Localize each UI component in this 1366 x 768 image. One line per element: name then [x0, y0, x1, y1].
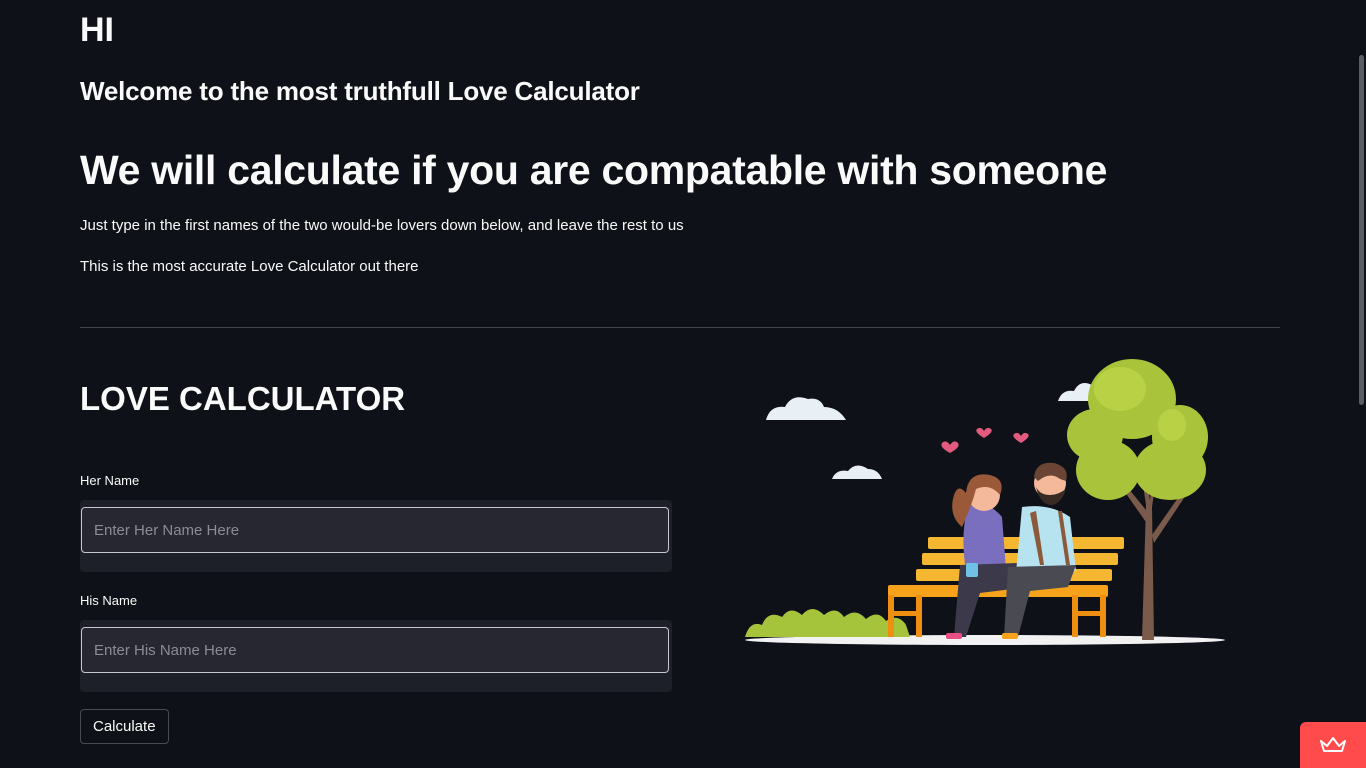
his-name-input[interactable]: [81, 627, 669, 673]
divider: [80, 327, 1280, 328]
scrollbar[interactable]: [1359, 55, 1364, 405]
page-title: HI: [80, 11, 114, 49]
instructions-text: Just type in the first names of the two …: [80, 217, 684, 234]
her-name-input[interactable]: [81, 507, 669, 553]
accuracy-text: This is the most accurate Love Calculato…: [80, 258, 419, 275]
calculator-title: LOVE CALCULATOR: [80, 380, 406, 417]
calculate-button[interactable]: Calculate: [80, 709, 169, 744]
headline: We will calculate if you are compatable …: [80, 147, 1108, 193]
couple-on-bench-illustration: [745, 359, 1225, 645]
her-name-label: Her Name: [80, 473, 140, 488]
crown-icon: [1320, 737, 1346, 752]
his-name-label: His Name: [80, 593, 138, 608]
her-name-container: [80, 500, 672, 572]
welcome-subtitle: Welcome to the most truthfull Love Calcu…: [80, 76, 640, 106]
his-name-container: [80, 620, 672, 692]
app-page: HI Welcome to the most truthfull Love Ca…: [0, 0, 1366, 768]
streamlit-badge[interactable]: [1300, 722, 1366, 768]
